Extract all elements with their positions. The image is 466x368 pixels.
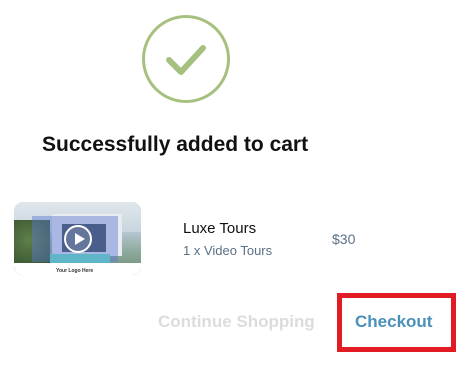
item-name: Luxe Tours <box>183 220 257 237</box>
item-quantity: 1 x Video Tours <box>183 243 273 258</box>
play-icon[interactable] <box>64 225 92 253</box>
thumbnail-logo-text: Your Logo Here <box>56 268 94 274</box>
confirmation-title: Successfully added to cart <box>42 133 309 156</box>
product-thumbnail[interactable]: Your Logo Here <box>14 202 141 275</box>
checkmark-icon <box>166 45 206 75</box>
check-circle-icon <box>142 15 230 103</box>
item-price: $30 <box>332 231 356 247</box>
checkout-button[interactable]: Checkout <box>355 312 432 332</box>
continue-shopping-button[interactable]: Continue Shopping <box>158 312 315 332</box>
